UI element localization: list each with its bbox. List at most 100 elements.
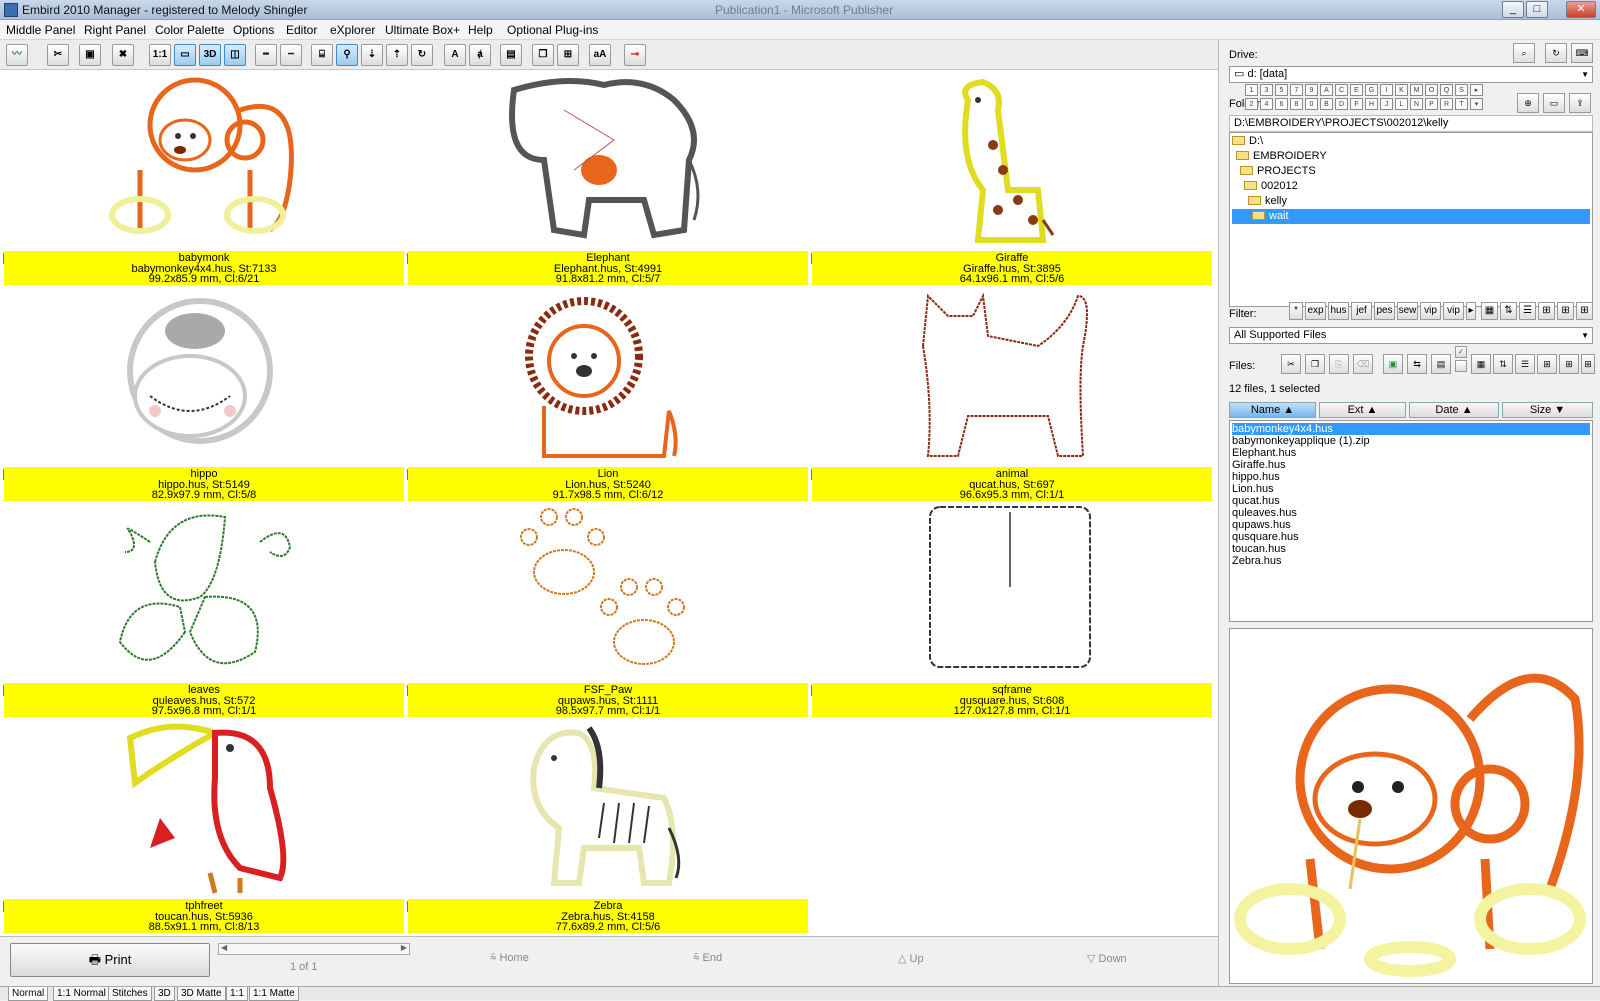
square-frame-thumbnail[interactable] xyxy=(808,502,1212,682)
menu-optional-plugins[interactable]: Optional Plug-ins xyxy=(507,23,598,37)
view-icon[interactable]: ▦ xyxy=(1481,302,1498,320)
menu-editor[interactable]: Editor xyxy=(286,23,317,37)
key-icon[interactable]: ⊸ xyxy=(624,44,646,66)
file-item[interactable]: babymonkeyapplique (1).zip xyxy=(1232,435,1370,447)
drive-select[interactable]: ▭ d: [data] ▼ xyxy=(1229,66,1593,83)
ruler-mm-icon[interactable]: ┅ xyxy=(255,44,277,66)
design-cell[interactable]: sqframe qusquare.hus, St:608 127.0x127.8… xyxy=(808,502,1212,718)
filter-more-icon[interactable]: ▸ xyxy=(1466,302,1476,320)
menu-middle-panel[interactable]: Middle Panel xyxy=(6,23,75,37)
grid-medium-icon[interactable]: ⊞ xyxy=(1559,354,1579,374)
refresh-drive-icon[interactable]: ↻ xyxy=(1545,43,1567,63)
folder-shortcut-button[interactable]: O xyxy=(1425,84,1438,96)
file-item[interactable]: Elephant.hus xyxy=(1232,447,1296,459)
tree-node[interactable]: 002012 xyxy=(1244,179,1298,194)
elephant-thumbnail[interactable] xyxy=(404,70,808,250)
zebra-thumbnail[interactable] xyxy=(404,718,808,898)
filter-jef-button[interactable]: jef xyxy=(1351,302,1372,320)
filter-vip-button[interactable]: vip xyxy=(1420,302,1441,320)
camera-icon[interactable]: ▣ xyxy=(79,44,101,66)
up-button[interactable]: △ Up xyxy=(898,952,924,965)
delete-icon[interactable]: ⌫ xyxy=(1353,354,1373,374)
menu-options[interactable]: Options xyxy=(233,23,274,37)
folder-shortcut-button[interactable]: Q xyxy=(1440,84,1453,96)
folder-shortcut-button[interactable]: 4 xyxy=(1260,98,1273,110)
design-cell[interactable]: Zebra Zebra.hus, St:4158 77.6x89.2 mm, C… xyxy=(404,718,808,934)
tab-stitches[interactable]: Stitches xyxy=(108,987,152,1001)
folder-shortcut-button[interactable]: D xyxy=(1335,98,1348,110)
filter-vip2-button[interactable]: vip xyxy=(1443,302,1464,320)
design-cell[interactable]: Giraffe Giraffe.hus, St:3895 64.1x96.1 m… xyxy=(808,70,1212,286)
copy-icon[interactable]: ❐ xyxy=(532,44,554,66)
folder-shortcut-button[interactable]: L xyxy=(1395,98,1408,110)
column-size[interactable]: Size ▼ xyxy=(1502,402,1593,418)
file-item[interactable]: Giraffe.hus xyxy=(1232,459,1286,471)
file-item[interactable]: quleaves.hus xyxy=(1232,507,1297,519)
folder-shortcut-button[interactable]: T xyxy=(1455,98,1468,110)
home-button[interactable]: ⩯ Home xyxy=(490,952,529,965)
text-button[interactable]: A xyxy=(444,44,466,66)
file-item[interactable]: toucan.hus xyxy=(1232,543,1286,555)
folder-shortcut-button[interactable]: B xyxy=(1320,98,1333,110)
folder-shortcut-button[interactable]: 7 xyxy=(1290,84,1303,96)
zoom-1-1-button[interactable]: 1:1 xyxy=(149,44,171,66)
tab-1-1[interactable]: 1:1 xyxy=(226,987,248,1001)
file-item[interactable]: qusquare.hus xyxy=(1232,531,1299,543)
path-field[interactable]: D:\EMBROIDERY\PROJECTS\002012\kelly xyxy=(1229,115,1593,132)
grid-small-icon[interactable]: ⊞ xyxy=(1537,354,1557,374)
folder-shortcut-button[interactable]: 2 xyxy=(1245,98,1258,110)
add-file-icon[interactable]: ▣ xyxy=(1383,354,1403,374)
filter-hus-button[interactable]: hus xyxy=(1328,302,1349,320)
column-name[interactable]: Name ▲ xyxy=(1229,402,1316,418)
cut-icon[interactable]: ✂ xyxy=(1281,354,1301,374)
folder-icon[interactable]: ▭ xyxy=(1543,93,1565,113)
print-button[interactable]: 🖶 Print xyxy=(10,943,210,977)
folder-shortcut-button[interactable]: G xyxy=(1365,84,1378,96)
tree-node[interactable]: kelly xyxy=(1248,194,1287,209)
file-item[interactable]: Zebra.hus xyxy=(1232,555,1282,567)
stitch-view-icon[interactable]: 〰 xyxy=(6,44,28,66)
print-file-icon[interactable]: ▤ xyxy=(1431,354,1451,374)
menu-ultimate-box[interactable]: Ultimate Box+ xyxy=(385,23,460,37)
list-icon[interactable]: ☰ xyxy=(1519,302,1536,320)
babymonk-thumbnail[interactable] xyxy=(0,70,404,250)
folder-shortcut-button[interactable]: S xyxy=(1455,84,1468,96)
tree-node[interactable]: D:\ xyxy=(1232,134,1263,149)
machine-icon[interactable]: ⌸ xyxy=(311,44,333,66)
view-3d-button[interactable]: 3D xyxy=(199,44,221,66)
toucan-thumbnail[interactable] xyxy=(0,718,404,898)
filter-pes-button[interactable]: pes xyxy=(1374,302,1395,320)
scroll-left-icon[interactable]: ◀ xyxy=(221,943,227,952)
design-cell[interactable]: hippo hippo.hus, St:5149 82.9x97.9 mm, C… xyxy=(0,286,404,502)
filter-exp-button[interactable]: exp xyxy=(1305,302,1326,320)
design-cell[interactable]: leaves quleaves.hus, St:572 97.5x96.8 mm… xyxy=(0,502,404,718)
folder-shortcut-button[interactable]: P xyxy=(1425,98,1438,110)
hide-icon[interactable]: ✖ xyxy=(112,44,134,66)
tab-1-1-matte[interactable]: 1:1 Matte xyxy=(249,987,299,1001)
ruler-inch-icon[interactable]: ┄ xyxy=(280,44,302,66)
folder-shortcut-button[interactable]: I xyxy=(1380,84,1393,96)
menu-right-panel[interactable]: Right Panel xyxy=(84,23,146,37)
design-cell[interactable]: tphfreet toucan.hus, St:5936 88.5x91.1 m… xyxy=(0,718,404,934)
folder-shortcut-button[interactable]: R xyxy=(1440,98,1453,110)
file-item[interactable]: Lion.hus xyxy=(1232,483,1274,495)
deselect-checkbox[interactable] xyxy=(1455,360,1467,372)
folder-shortcut-button[interactable]: A xyxy=(1320,84,1333,96)
import-icon[interactable]: ⇡ xyxy=(386,44,408,66)
folder-shortcut-button[interactable]: 5 xyxy=(1275,84,1288,96)
folder-shortcut-button[interactable]: 8 xyxy=(1290,98,1303,110)
end-button[interactable]: ⩯ End xyxy=(693,952,722,965)
folder-shortcut-button[interactable]: 0 xyxy=(1305,98,1318,110)
design-cell[interactable]: FSF_Paw qupaws.hus, St:1111 98.5x97.7 mm… xyxy=(404,502,808,718)
column-ext[interactable]: Ext ▲ xyxy=(1319,402,1406,418)
tree-node[interactable]: EMBROIDERY xyxy=(1236,149,1327,164)
grid-large-icon[interactable]: ⊞ xyxy=(1576,302,1593,320)
folder-shortcut-button[interactable]: F xyxy=(1350,98,1363,110)
file-item[interactable]: hippo.hus xyxy=(1232,471,1280,483)
paws-thumbnail[interactable] xyxy=(404,502,808,682)
folder-shortcut-button[interactable]: C xyxy=(1335,84,1348,96)
filter-select[interactable]: All Supported Files ▼ xyxy=(1229,327,1593,344)
file-item[interactable]: babymonkey4x4.hus xyxy=(1232,423,1590,435)
network-icon[interactable]: ⌨ xyxy=(1571,43,1593,63)
folder-shortcut-button[interactable]: N xyxy=(1410,98,1423,110)
